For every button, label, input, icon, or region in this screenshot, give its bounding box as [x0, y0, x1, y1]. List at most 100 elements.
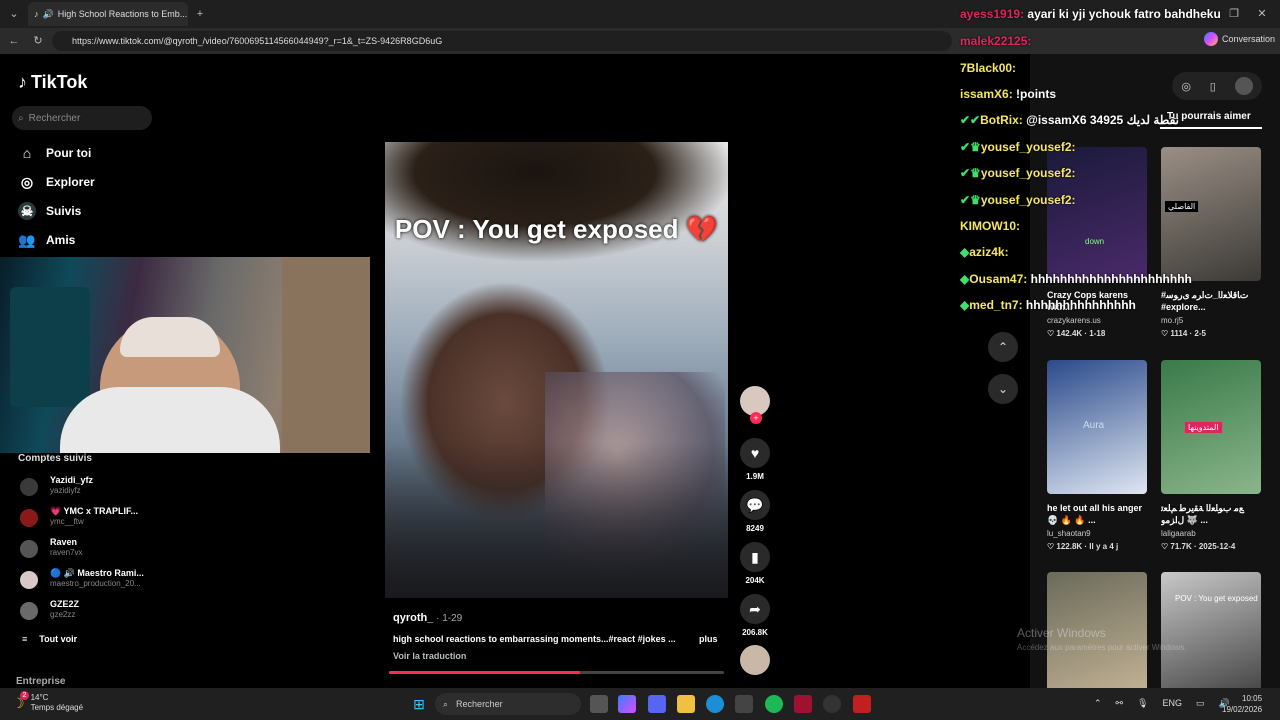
like-button[interactable]: ♥ 1.9M — [738, 438, 772, 481]
obs-icon[interactable] — [823, 695, 841, 713]
coin-icon[interactable]: ◎ — [1181, 80, 1191, 93]
windows-activation-watermark: Activer Windows — [1017, 626, 1106, 640]
weather-widget[interactable]: ☽ 2 14°C Temps dégagé — [12, 690, 83, 713]
creator-avatar-button[interactable]: + — [738, 386, 772, 424]
account-name: Yazidi_yfz — [50, 475, 94, 485]
spotify-icon[interactable] — [765, 695, 783, 713]
diamond-badge-icon: ◆ — [960, 272, 970, 286]
follow-plus-icon[interactable]: + — [750, 412, 762, 424]
nav-label: Amis — [46, 233, 76, 247]
save-count: 204K — [745, 576, 765, 585]
weather-badge: 2 — [20, 690, 29, 700]
home-icon: ⌂ — [22, 145, 32, 161]
nav-item-amis[interactable]: 👥 Amis — [18, 231, 75, 249]
device-icon[interactable]: ▯ — [1210, 80, 1216, 93]
tiktok-logo[interactable]: ♪ TikTok — [18, 72, 87, 93]
share-count: 206.8K — [742, 628, 768, 637]
discord-icon[interactable] — [648, 695, 666, 713]
copilot-button[interactable]: Conversation — [1204, 32, 1275, 46]
copilot-app-icon[interactable] — [618, 695, 636, 713]
save-button[interactable]: ▮ 204K — [738, 542, 772, 585]
video-author[interactable]: qyroth_ · 1-29 — [393, 612, 462, 624]
store-icon[interactable] — [735, 695, 753, 713]
nav-item-explorer[interactable]: ◎ Explorer — [18, 173, 95, 191]
network-icon[interactable]: ⚯ — [1116, 698, 1124, 709]
chat-text: ayari ki yji ychouk fatro bahdheku — [1027, 7, 1221, 21]
video-caption-overlay: POV : You get exposed 💔 — [394, 214, 719, 244]
chat-user: malek22125: — [960, 34, 1032, 48]
video-player[interactable]: POV : You get exposed 💔 — [385, 142, 728, 598]
next-video-button[interactable]: ⌄ — [988, 374, 1018, 404]
windows-start-icon[interactable]: ⊞ — [410, 695, 428, 713]
list-icon: ≡ — [22, 634, 28, 644]
recommended-video-card[interactable]: الفاصلي #ﺕﺎﻗﻼﻌﻟﺍ_ﺕﺍﺮﻣ ﻯﺭﻮﺳ #explore... m… — [1161, 147, 1261, 338]
followed-account[interactable]: Yazidi_yfz yazidiyfz — [20, 475, 160, 501]
card-stats: ♡ 122.8K · Il y a 4 j — [1047, 542, 1119, 551]
bot-badge-icon: ✔✔ — [960, 113, 981, 127]
task-view-icon[interactable] — [590, 695, 608, 713]
sound-avatar-button[interactable] — [738, 645, 772, 675]
following-icon: ☠ — [18, 202, 36, 220]
webcam-cap — [120, 317, 220, 357]
tab-underline — [1160, 127, 1262, 129]
clock[interactable]: 10:05 19/02/2026 — [1222, 693, 1262, 715]
edge-icon[interactable] — [706, 695, 724, 713]
mic-icon[interactable]: 🎙 — [1137, 698, 1148, 709]
conversation-label: Conversation — [1222, 34, 1276, 44]
followed-account[interactable]: 💗 YMC x TRAPLIF... ymc__ftw — [20, 506, 160, 532]
new-tab-icon[interactable]: + — [192, 6, 208, 22]
recommended-video-card[interactable]: Aura he let out all his anger💀 🔥 🔥 ... l… — [1047, 360, 1147, 551]
browser-tab[interactable]: ♪ 🔊 High School Reactions to Emb... ✕ — [28, 2, 188, 26]
taskbar-search[interactable]: ⌕ Rechercher — [435, 693, 581, 715]
chat-user: 7Black00: — [960, 61, 1017, 75]
tab-tu-pourrais-aimer[interactable]: Tu pourrais aimer — [1167, 111, 1251, 122]
audio-icon[interactable]: 🔊 — [43, 9, 54, 20]
monitor-icon[interactable]: ▭ — [1196, 698, 1205, 709]
chat-message: 7Black00: — [960, 61, 1016, 75]
avatar — [20, 478, 38, 496]
previous-video-button[interactable]: ⌃ — [988, 332, 1018, 362]
profile-avatar-icon[interactable] — [1234, 77, 1253, 95]
followed-account[interactable]: Raven raven7vx — [20, 537, 160, 563]
comment-button[interactable]: 💬 8249 — [738, 490, 772, 533]
search-placeholder: Rechercher — [28, 112, 81, 124]
see-all-link[interactable]: ≡ Tout voir — [22, 634, 77, 644]
followed-account[interactable]: GZE2Z gze2zz — [20, 599, 160, 625]
nav-label: Suivis — [46, 204, 82, 218]
app-icon[interactable] — [794, 695, 812, 713]
nav-label: Explorer — [46, 175, 95, 189]
more-button[interactable]: plus — [699, 634, 718, 644]
nav-item-suivis[interactable]: ☠ Suivis — [18, 202, 81, 220]
search-input[interactable]: ⌕ Rechercher — [12, 106, 152, 130]
card-author: mo.rj5 — [1161, 316, 1184, 325]
recommended-video-card[interactable]: المتدوينها ﻊﻣ ﺏﻮﻠﻌﻟﺍ ﺔﻘﻳﺮﻃ ﻢﻠﻌﺗ ﻝﺍﺰﻣﻭ 🐺 … — [1161, 360, 1261, 551]
language-indicator[interactable]: ENG — [1163, 698, 1183, 709]
diamond-badge-icon: ◆ — [960, 298, 970, 312]
video-thumbnail: POV : You get exposed — [1161, 572, 1261, 688]
translate-link[interactable]: Voir la traduction — [393, 651, 466, 661]
date: 19/02/2026 — [1222, 705, 1263, 714]
refresh-icon[interactable]: ↻ — [30, 33, 46, 49]
video-shading — [385, 442, 728, 598]
recommended-video-card[interactable]: POV : You get exposed — [1161, 572, 1261, 688]
tab-list-icon[interactable]: ⌄ — [6, 6, 22, 22]
url-field[interactable]: https://www.tiktok.com/@qyroth_/video/76… — [52, 31, 952, 51]
chevron-up-icon[interactable]: ⌃ — [1094, 698, 1102, 709]
video-progress-bar[interactable] — [389, 671, 724, 674]
nav-item-pour-toi[interactable]: ⌂ Pour toi — [18, 144, 92, 162]
back-icon[interactable]: ← — [6, 33, 22, 49]
tiktok-note-icon: ♪ — [18, 72, 27, 92]
chat-message: issamX6: !points — [960, 87, 1056, 101]
maximize-icon[interactable]: ❐ — [1226, 6, 1242, 22]
diamond-badge-icon: ◆ — [960, 245, 970, 259]
video-thumbnail: المتدوينها — [1161, 360, 1261, 494]
app-icon[interactable] — [853, 695, 871, 713]
followed-account[interactable]: 🔵 🔊 Maestro Rami... maestro_production_2… — [20, 568, 160, 594]
copilot-icon — [1204, 32, 1218, 46]
share-icon: ➦ — [740, 594, 770, 624]
close-window-icon[interactable]: ✕ — [1254, 6, 1270, 22]
share-button[interactable]: ➦ 206.8K — [738, 594, 772, 637]
video-thumbnail: Aura — [1047, 360, 1147, 494]
account-name: Raven — [50, 537, 78, 547]
file-explorer-icon[interactable] — [677, 695, 695, 713]
